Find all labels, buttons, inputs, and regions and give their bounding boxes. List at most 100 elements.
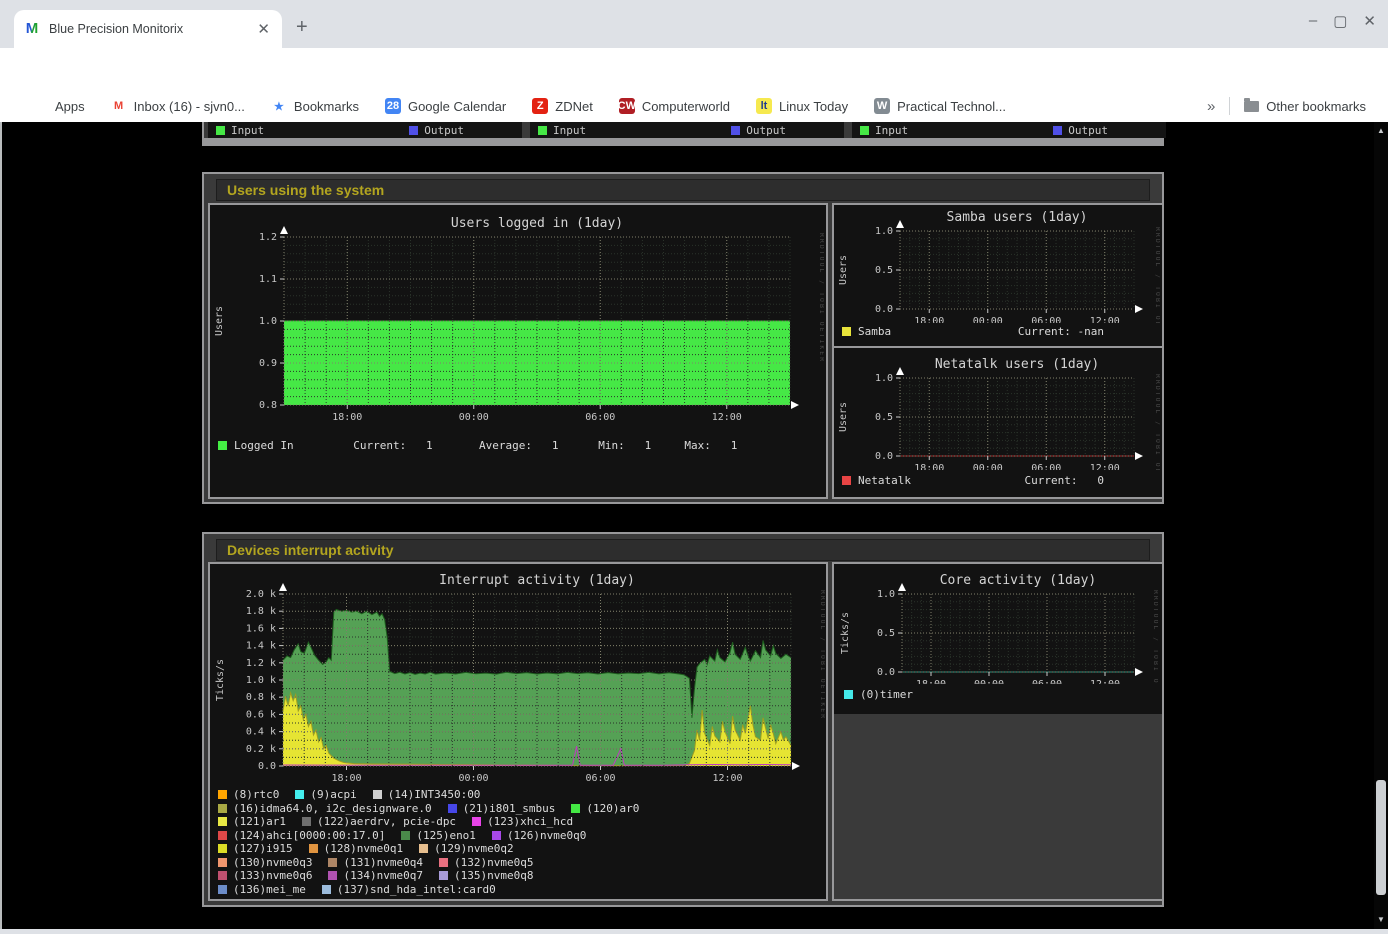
svg-text:00:00: 00:00 xyxy=(974,679,1004,684)
samba-users-chart[interactable]: 0.00.51.018:0000:0006:0012:00Samba users… xyxy=(834,205,1160,328)
partial-graph-panel[interactable]: Input Output xyxy=(530,122,844,138)
svg-text:Ticks/s: Ticks/s xyxy=(215,659,226,701)
samba-users-panel: 0.00.51.018:0000:0006:0012:00Samba users… xyxy=(832,203,1164,348)
bookmark-item[interactable]: ★ Bookmarks xyxy=(271,98,359,114)
tab-close-icon[interactable]: ✕ xyxy=(255,20,272,38)
bookmark-item[interactable]: Z ZDNet xyxy=(532,98,593,114)
netatalk-swatch xyxy=(842,476,851,485)
scroll-down-arrow[interactable]: ▼ xyxy=(1374,913,1388,927)
legend-swatch xyxy=(448,804,457,813)
output-swatch xyxy=(731,126,740,135)
interrupt-legend-item: (135)nvme0q8 xyxy=(439,869,533,882)
svg-text:0.0: 0.0 xyxy=(875,451,893,462)
samba-label: Samba xyxy=(858,325,891,338)
svg-text:1.0: 1.0 xyxy=(259,316,277,327)
close-button[interactable]: ✕ xyxy=(1363,12,1376,30)
legend-swatch xyxy=(218,858,227,867)
netatalk-label: Netatalk xyxy=(858,474,911,487)
output-swatch xyxy=(409,126,418,135)
minimize-button[interactable]: – xyxy=(1309,12,1317,30)
logged-in-swatch xyxy=(218,441,227,450)
bookmark-item[interactable]: 28 Google Calendar xyxy=(385,98,506,114)
svg-text:1.0: 1.0 xyxy=(877,589,895,600)
samba-swatch xyxy=(842,327,851,336)
svg-text:06:00: 06:00 xyxy=(585,773,615,784)
bookmarks-divider xyxy=(1229,97,1230,115)
svg-text:Users: Users xyxy=(214,306,225,336)
svg-text:00:00: 00:00 xyxy=(459,412,489,423)
tab-title: Blue Precision Monitorix xyxy=(49,22,255,36)
interrupt-activity-chart[interactable]: 0.00.2 k0.4 k0.6 k0.8 k1.0 k1.2 k1.4 k1.… xyxy=(211,564,825,791)
svg-text:18:00: 18:00 xyxy=(916,679,946,684)
core-activity-chart[interactable]: 0.00.51.018:0000:0006:0012:00Core activi… xyxy=(836,566,1158,689)
bookmark-label: ZDNet xyxy=(555,99,593,114)
svg-text:0.2 k: 0.2 k xyxy=(246,744,276,755)
svg-text:0.0: 0.0 xyxy=(877,667,895,678)
svg-text:Ticks/s: Ticks/s xyxy=(840,612,851,654)
output-label: Output xyxy=(424,124,464,137)
svg-text:RRDTOOL / TOBI OETIKER: RRDTOOL / TOBI OETIKER xyxy=(819,590,825,720)
maximize-button[interactable]: ▢ xyxy=(1333,12,1347,30)
bookmark-item[interactable]: lt Linux Today xyxy=(756,98,848,114)
users-section-title: Users using the system xyxy=(227,182,384,198)
bookmark-item[interactable]: Apps xyxy=(34,99,85,114)
legend-swatch xyxy=(218,871,227,880)
legend-swatch xyxy=(472,817,481,826)
svg-text:Samba users (1day): Samba users (1day) xyxy=(947,210,1088,225)
bookmark-label: Bookmarks xyxy=(294,99,359,114)
interrupt-legend-item: (126)nvme0q0 xyxy=(492,829,586,842)
browser-toolbar: ← → ⟳ ⌂ i localhost:8080/monitorix-cgi/m… xyxy=(0,48,1388,90)
svg-text:00:00: 00:00 xyxy=(458,773,488,784)
partial-network-section: Input Output Input Output Input Output xyxy=(202,122,1164,146)
svg-text:12:00: 12:00 xyxy=(712,773,742,784)
input-swatch xyxy=(216,126,225,135)
page-scrollbar[interactable]: ▲ ▼ xyxy=(1374,122,1388,929)
svg-text:RRDTOOL / TOBI OETIKER: RRDTOOL / TOBI OETIKER xyxy=(1154,374,1160,470)
legend-swatch xyxy=(218,831,227,840)
new-tab-button[interactable]: + xyxy=(296,16,308,39)
svg-text:12:00: 12:00 xyxy=(712,412,742,423)
legend-swatch xyxy=(218,817,227,826)
interrupt-legend-item: (125)eno1 xyxy=(401,829,476,842)
interrupt-legend-item: (134)nvme0q7 xyxy=(328,869,422,882)
bookmark-item[interactable]: M Inbox (16) - sjvn0... xyxy=(111,98,245,114)
interrupt-legend-item: (124)ahci[0000:00:17.0] xyxy=(218,829,385,842)
bookmarks-overflow-chevron[interactable]: » xyxy=(1207,98,1215,115)
users-section-header: Users using the system xyxy=(216,179,1150,201)
svg-text:12:00: 12:00 xyxy=(1090,316,1120,323)
users-logged-in-panel: 0.80.91.01.11.218:0000:0006:0012:00Users… xyxy=(208,203,828,499)
svg-text:18:00: 18:00 xyxy=(331,773,361,784)
devices-section: Devices interrupt activity 0.00.2 k0.4 k… xyxy=(202,532,1164,907)
bookmark-item[interactable]: W Practical Technol... xyxy=(874,98,1006,114)
netatalk-users-chart[interactable]: 0.00.51.018:0000:0006:0012:00Netatalk us… xyxy=(834,348,1160,475)
core-activity-chartbox: 0.00.51.018:0000:0006:0012:00Core activi… xyxy=(834,564,1162,714)
users-logged-in-chart[interactable]: 0.80.91.01.11.218:0000:0006:0012:00Users… xyxy=(210,205,824,438)
partial-graph-panel[interactable]: Input Output xyxy=(852,122,1166,138)
partial-graph-panel[interactable]: Input Output xyxy=(208,122,522,138)
samba-stats: Current: -nan xyxy=(1018,325,1154,338)
scrollbar-thumb[interactable] xyxy=(1376,780,1386,895)
legend-swatch xyxy=(302,817,311,826)
bookmark-icon: ★ xyxy=(271,98,287,114)
svg-text:0.0: 0.0 xyxy=(258,761,276,772)
output-label: Output xyxy=(746,124,786,137)
interrupt-activity-panel: 0.00.2 k0.4 k0.6 k0.8 k1.0 k1.2 k1.4 k1.… xyxy=(208,562,828,901)
svg-text:06:00: 06:00 xyxy=(1031,463,1061,470)
svg-text:0.6 k: 0.6 k xyxy=(246,709,276,720)
bookmark-item[interactable]: CW Computerworld xyxy=(619,98,730,114)
input-label: Input xyxy=(553,124,586,137)
devices-section-title: Devices interrupt activity xyxy=(227,542,394,558)
legend-swatch xyxy=(295,790,304,799)
browser-tab[interactable]: M Blue Precision Monitorix ✕ xyxy=(14,10,282,48)
svg-text:06:00: 06:00 xyxy=(1032,679,1062,684)
svg-text:0.5: 0.5 xyxy=(875,412,893,423)
svg-text:RRDTOOL / TOBI OETIKER: RRDTOOL / TOBI OETIKER xyxy=(1154,227,1160,323)
interrupt-legend-item: (129)nvme0q2 xyxy=(419,842,513,855)
other-bookmarks-button[interactable]: Other bookmarks xyxy=(1244,99,1366,114)
interrupt-legend-item: (9)acpi xyxy=(295,788,356,801)
input-label: Input xyxy=(875,124,908,137)
legend-swatch xyxy=(373,790,382,799)
scroll-up-arrow[interactable]: ▲ xyxy=(1374,124,1388,138)
interrupt-legend-item: (8)rtc0 xyxy=(218,788,279,801)
legend-swatch xyxy=(218,804,227,813)
